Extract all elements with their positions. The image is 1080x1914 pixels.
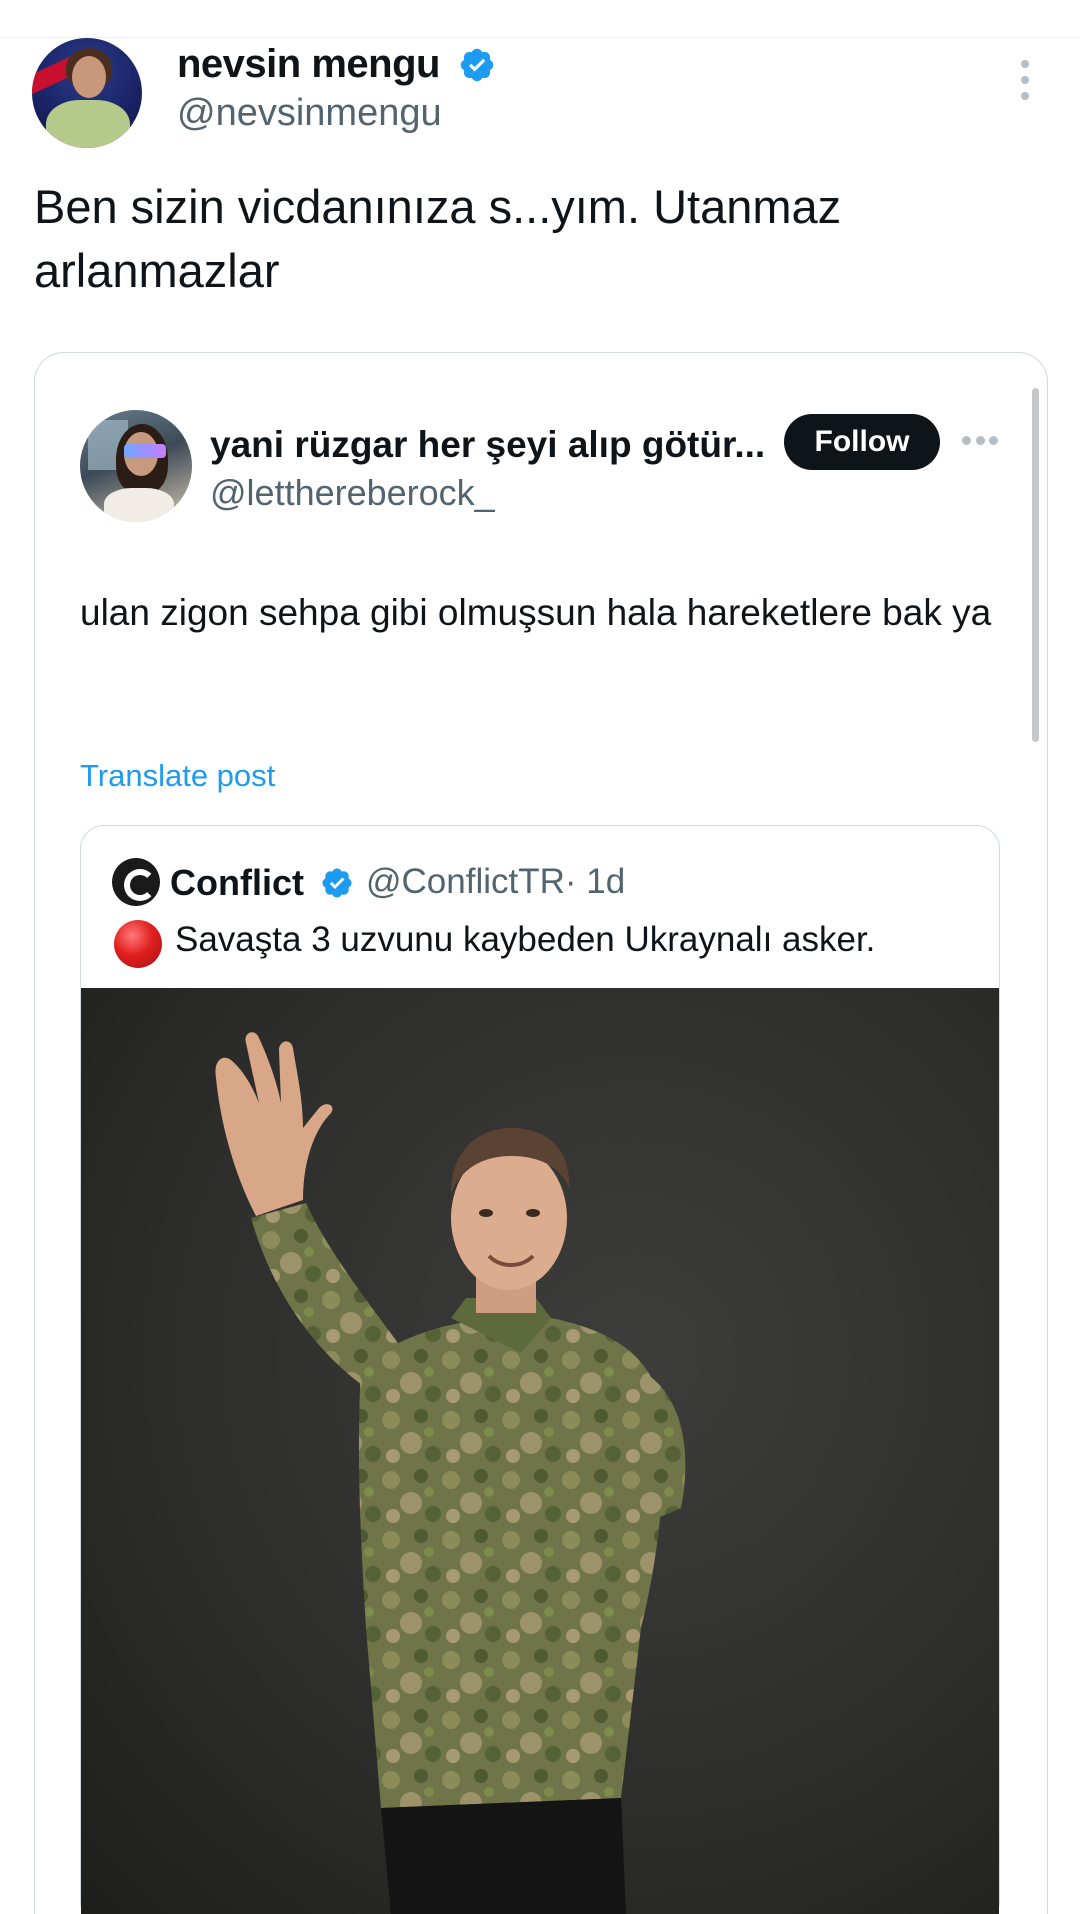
quoted-post-text: ulan zigon sehpa gibi olmuşsun hala hare… [80,592,992,633]
quoted-author-name[interactable]: yani rüzgar her şeyi alıp götür... [210,424,765,466]
more-horizontal-icon[interactable] [962,436,998,448]
embedded-author-name[interactable]: Conflict [170,862,304,904]
avatar[interactable] [32,38,142,148]
author-name[interactable]: nevsin mengu [177,42,440,87]
top-bar [0,0,1080,38]
embedded-author-handle[interactable]: @ConflictTR [366,862,565,901]
embedded-author-handle-and-time[interactable]: @ConflictTR· 1d [366,862,625,902]
verified-badge-icon [322,868,352,898]
post-image[interactable] [81,988,999,1914]
red-circle-icon [114,920,162,968]
quoted-avatar[interactable] [80,410,192,522]
scrollbar[interactable] [1032,388,1039,742]
author-handle[interactable]: @nevsinmengu [177,92,442,135]
quoted-author-handle[interactable]: @letthereberock_ [210,472,495,514]
post-text: Ben sizin vicdanınıza s...yım. Utanmaz a… [34,180,842,297]
conflict-logo-icon [112,858,160,906]
more-vertical-icon[interactable] [1010,60,1040,106]
follow-button[interactable]: Follow [784,414,940,470]
soldier-photo-illustration [215,1032,686,1914]
embedded-post-text: Savaşta 3 uzvunu kaybeden Ukraynalı aske… [175,920,876,959]
translate-post-link[interactable]: Translate post [80,758,275,794]
embedded-time: · 1d [564,862,626,901]
verified-badge-icon [460,48,494,82]
